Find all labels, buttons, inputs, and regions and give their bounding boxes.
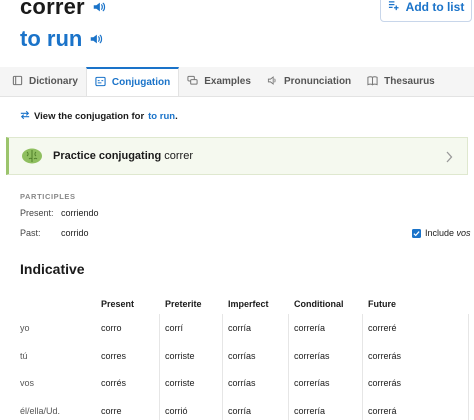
speaker-icon — [267, 75, 278, 89]
tab-pronunciation-label: Pronunciation — [283, 76, 352, 87]
practice-bold: Practice conjugating — [53, 150, 162, 162]
tab-thesaurus-label: Thesaurus — [384, 76, 435, 87]
vos-label: vos — [456, 228, 471, 238]
tab-conjugation-label: Conjugation — [111, 77, 171, 88]
translation-link[interactable]: to run — [20, 26, 82, 52]
conjugation-cell[interactable]: correrás — [368, 351, 401, 361]
view-conjugation-line: View the conjugation for to run. — [20, 110, 178, 123]
column-divider — [159, 314, 160, 420]
brain-icon — [21, 147, 43, 165]
conjugation-cell[interactable]: correrá — [368, 406, 397, 416]
conjugation-cell[interactable]: correría — [294, 323, 325, 333]
conjugation-icon — [95, 76, 106, 90]
column-header-preterite: Preterite — [165, 299, 202, 309]
translation-speaker-icon[interactable] — [88, 31, 104, 47]
include-label: Include — [425, 228, 455, 238]
present-participle-value: corriendo — [61, 208, 99, 218]
conjugation-cell[interactable]: corrés — [101, 378, 126, 388]
conjugation-cell[interactable]: corres — [101, 351, 126, 361]
conjugation-cell[interactable]: correrás — [368, 378, 401, 388]
headword-speaker-icon[interactable] — [91, 0, 107, 15]
translation-row: to run — [20, 26, 104, 52]
practice-conjugating-banner[interactable]: Practice conjugating correr — [6, 137, 468, 175]
practice-verb: correr — [164, 150, 193, 162]
practice-text: Practice conjugating correr — [53, 150, 193, 162]
view-conjugation-suffix: . — [175, 111, 178, 122]
tab-examples-label: Examples — [204, 76, 251, 87]
tab-thesaurus[interactable]: Thesaurus — [359, 67, 443, 96]
conjugation-cell[interactable]: corrías — [228, 378, 256, 388]
pronoun-el-ella-ud: él/ella/Ud. — [20, 406, 61, 416]
column-header-imperfect: Imperfect — [228, 299, 269, 309]
conjugation-cell[interactable]: corría — [228, 323, 251, 333]
conjugation-cell[interactable]: corriste — [165, 351, 195, 361]
tab-bar: Dictionary Conjugation Examples Pronunci… — [0, 67, 474, 97]
headword: correr — [20, 0, 85, 19]
add-list-icon — [388, 0, 399, 14]
present-participle-label: Present: — [20, 208, 54, 218]
swap-arrows-icon — [20, 110, 30, 123]
conjugation-cell[interactable]: corrí — [165, 323, 183, 333]
include-vos-label: Include vos — [425, 228, 471, 238]
pronoun-yo: yo — [20, 323, 30, 333]
conjugation-cell[interactable]: corría — [228, 406, 251, 416]
tab-pronunciation[interactable]: Pronunciation — [259, 67, 359, 96]
add-to-list-label: Add to list — [405, 0, 465, 14]
add-to-list-button[interactable]: Add to list — [380, 0, 472, 22]
column-divider — [468, 314, 469, 420]
pronoun-tu: tú — [20, 351, 28, 361]
past-participle-label: Past: — [20, 228, 41, 238]
book-icon — [12, 75, 23, 89]
view-conjugation-prefix: View the conjugation for — [34, 111, 145, 122]
column-divider — [362, 314, 363, 420]
conjugation-cell[interactable]: corriste — [165, 378, 195, 388]
tab-dictionary[interactable]: Dictionary — [0, 67, 86, 96]
column-header-present: Present — [101, 299, 135, 309]
chevron-right-icon — [445, 150, 453, 168]
tab-dictionary-label: Dictionary — [29, 76, 78, 87]
include-vos-toggle[interactable]: Include vos — [412, 228, 471, 238]
indicative-heading: Indicative — [20, 261, 85, 277]
conjugation-cell[interactable]: correrías — [294, 351, 330, 361]
thesaurus-icon — [367, 75, 378, 89]
column-header-future: Future — [368, 299, 396, 309]
conjugation-cell[interactable]: corro — [101, 323, 122, 333]
conjugation-cell[interactable]: correrías — [294, 378, 330, 388]
tab-examples[interactable]: Examples — [179, 67, 259, 96]
conjugation-cell[interactable]: correré — [368, 323, 397, 333]
speech-bubbles-icon — [187, 75, 198, 89]
conjugation-cell[interactable]: corrió — [165, 406, 188, 416]
past-participle-value: corrido — [61, 228, 89, 238]
conjugation-cell[interactable]: correría — [294, 406, 325, 416]
view-conjugation-link[interactable]: to run — [148, 111, 175, 122]
headword-row: correr — [20, 0, 107, 20]
conjugation-cell[interactable]: corre — [101, 406, 122, 416]
pronoun-vos: vos — [20, 378, 35, 388]
column-divider — [222, 314, 223, 420]
checkbox-checked-icon[interactable] — [412, 228, 421, 238]
column-header-conditional: Conditional — [294, 299, 344, 309]
participles-heading: PARTICIPLES — [20, 192, 76, 201]
column-divider — [288, 314, 289, 420]
conjugation-cell[interactable]: corrías — [228, 351, 256, 361]
tab-conjugation[interactable]: Conjugation — [85, 67, 180, 96]
